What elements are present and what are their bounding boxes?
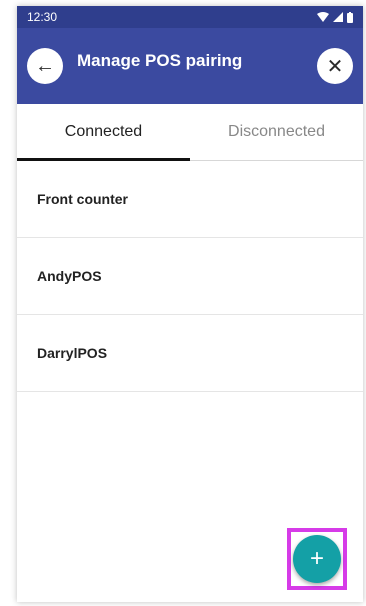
- tab-disconnected[interactable]: Disconnected: [190, 104, 363, 160]
- back-button[interactable]: ←: [27, 48, 63, 84]
- list-item[interactable]: AndyPOS: [17, 238, 363, 315]
- list-item-label: Front counter: [37, 191, 128, 207]
- status-icons: [317, 11, 353, 23]
- battery-icon: [347, 11, 353, 23]
- back-arrow-icon: ←: [35, 54, 55, 77]
- tab-connected[interactable]: Connected: [17, 104, 190, 161]
- pos-list: Front counter AndyPOS DarrylPOS: [17, 161, 363, 392]
- list-item[interactable]: Front counter: [17, 161, 363, 238]
- add-pos-button[interactable]: +: [293, 535, 341, 583]
- fab-highlight: +: [287, 528, 347, 590]
- close-icon: ✕: [326, 55, 344, 78]
- active-tab-indicator: [17, 158, 190, 161]
- list-item[interactable]: DarrylPOS: [17, 315, 363, 392]
- tab-bar: Connected Disconnected: [17, 104, 363, 161]
- tab-label: Connected: [64, 123, 143, 140]
- phone-screen: 12:30 ← Manage POS pairing ✕ Connected D…: [17, 6, 363, 602]
- signal-icon: [333, 12, 343, 22]
- list-item-label: DarrylPOS: [37, 345, 108, 361]
- close-button[interactable]: ✕: [317, 48, 353, 84]
- list-item-label: AndyPOS: [37, 268, 102, 284]
- tab-label: Disconnected: [228, 123, 325, 140]
- status-bar: 12:30: [17, 6, 363, 28]
- app-bar: ← Manage POS pairing ✕: [17, 28, 363, 104]
- plus-icon: +: [309, 545, 324, 572]
- status-time: 12:30: [27, 10, 58, 24]
- wifi-icon: [317, 12, 329, 22]
- page-title: Manage POS pairing: [77, 51, 243, 70]
